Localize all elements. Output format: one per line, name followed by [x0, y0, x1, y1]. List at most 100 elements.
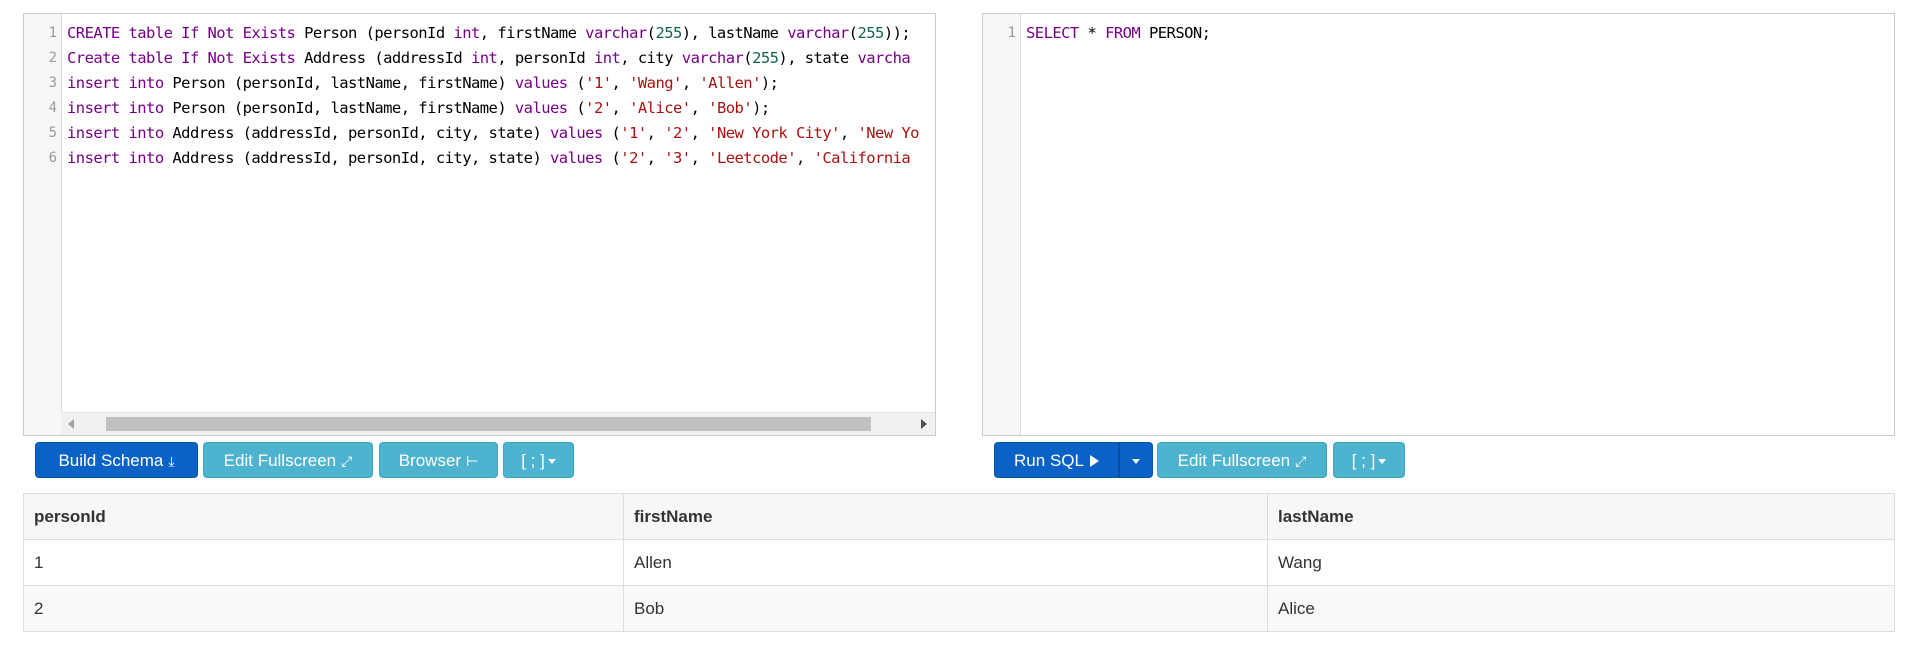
sql-keyword: varcha	[857, 49, 911, 67]
run-sql-label: Run SQL	[1014, 451, 1084, 470]
scroll-left-arrow-icon[interactable]	[68, 419, 74, 429]
line-number: 5	[48, 125, 57, 141]
sql-string: 'California	[813, 149, 911, 167]
sql-token: (	[743, 49, 753, 67]
sql-token: );	[760, 74, 779, 92]
table-cell: Alice	[1267, 585, 1895, 632]
sql-string: 'Bob'	[708, 99, 753, 117]
edit-fullscreen-button[interactable]: Edit Fullscreen ⤢	[203, 442, 373, 478]
line-number: 1	[1007, 25, 1016, 41]
code-line[interactable]: 5 insert into Address (addressId, personI…	[24, 121, 935, 146]
line-number: 2	[48, 50, 57, 66]
sql-keyword: insert into	[67, 149, 164, 167]
sql-number: 255	[655, 24, 682, 42]
code-line[interactable]: 4 insert into Person (personId, lastName,…	[24, 96, 935, 121]
table-cell: Allen	[623, 539, 1268, 586]
sql-token: ,	[690, 124, 709, 142]
build-schema-button[interactable]: Build Schema ⤓	[35, 442, 198, 478]
table-row: 2 Bob Alice	[23, 585, 1895, 632]
line-number: 4	[48, 100, 57, 116]
run-sql-dropdown-toggle[interactable]	[1119, 442, 1153, 478]
scroll-right-arrow-icon[interactable]	[921, 419, 927, 429]
tree-icon: ⊢	[466, 453, 479, 469]
sql-token: , personId	[497, 49, 594, 67]
line-number: 1	[48, 25, 57, 41]
table-cell: Wang	[1267, 539, 1895, 586]
query-code-lines[interactable]: 1 SELECT * FROM PERSON;	[983, 21, 1894, 413]
caret-down-icon	[1132, 459, 1140, 465]
table-row: 1 Allen Wang	[23, 539, 1895, 586]
sql-token: ,	[611, 74, 630, 92]
sql-token: ,	[646, 149, 665, 167]
sql-token: (	[567, 99, 586, 117]
sql-token: PERSON;	[1140, 24, 1211, 42]
sql-token: Address (addressId, personId, city, stat…	[163, 149, 551, 167]
edit-fullscreen-label: Edit Fullscreen	[223, 451, 337, 470]
sql-string: '3'	[664, 149, 691, 167]
sql-keyword: int	[453, 24, 480, 42]
query-editor[interactable]: 1 SELECT * FROM PERSON;	[982, 13, 1895, 436]
sql-token: *	[1078, 24, 1106, 42]
sql-string: 'New York City'	[708, 124, 840, 142]
sql-number: 255	[857, 24, 884, 42]
horizontal-scrollbar[interactable]	[61, 412, 935, 435]
results-table: personId firstName lastName 1 Allen Wang…	[23, 493, 1895, 632]
code-text: insert into Address (addressId, personId…	[67, 146, 911, 171]
code-line[interactable]: 6 insert into Address (addressId, personI…	[24, 146, 935, 171]
sql-keyword: values	[550, 124, 603, 142]
results-header-row: personId firstName lastName	[23, 493, 1895, 540]
line-number: 3	[48, 75, 57, 91]
sql-token: ,	[681, 74, 700, 92]
delimiter-label: [ ; ]	[1351, 451, 1376, 470]
table-cell: 1	[23, 539, 624, 586]
sql-token: ,	[839, 124, 858, 142]
column-header: firstName	[623, 493, 1268, 540]
sql-token: );	[752, 99, 770, 117]
scrollbar-thumb[interactable]	[106, 417, 871, 431]
code-line[interactable]: 2 Create table If Not Exists Address (add…	[24, 46, 935, 71]
schema-editor[interactable]: 1 CREATE table If Not Exists Person (pers…	[23, 13, 936, 436]
run-sql-button[interactable]: Run SQL	[994, 442, 1119, 478]
sql-token: ,	[690, 99, 709, 117]
query-delimiter-dropdown[interactable]: [ ; ]	[1333, 442, 1405, 478]
sql-string: '1'	[620, 124, 647, 142]
column-header: personId	[23, 493, 624, 540]
sql-keyword: values	[514, 74, 568, 92]
browser-label: Browser	[398, 451, 462, 470]
download-icon: ⤓	[168, 453, 175, 469]
sql-keyword: varchar	[585, 24, 647, 42]
sql-token: , firstName	[479, 24, 586, 42]
schema-delimiter-dropdown[interactable]: [ ; ]	[503, 442, 574, 478]
edit-fullscreen-label: Edit Fullscreen	[1177, 451, 1291, 470]
sql-token: ), lastName	[681, 24, 788, 42]
sql-keyword: int	[593, 49, 621, 67]
sql-token: (	[602, 149, 621, 167]
build-schema-label: Build Schema	[58, 451, 164, 470]
sql-token: Address (addressId, personId, city, stat…	[163, 124, 551, 142]
browser-button[interactable]: Browser ⊢	[379, 442, 498, 478]
query-edit-fullscreen-button[interactable]: Edit Fullscreen ⤢	[1157, 442, 1327, 478]
sql-number: 255	[752, 49, 779, 67]
sql-token: ,	[796, 149, 814, 167]
sql-string: '1'	[585, 74, 612, 92]
sql-token: (	[567, 74, 586, 92]
sql-keyword: values	[514, 99, 568, 117]
table-cell: Bob	[623, 585, 1268, 632]
sql-keyword: Create table If Not Exists	[67, 49, 296, 67]
resize-full-icon: ⤢	[1295, 453, 1307, 469]
sql-keyword: FROM	[1105, 24, 1141, 42]
sql-string: 'Wang'	[629, 74, 682, 92]
code-text: insert into Address (addressId, personId…	[67, 121, 920, 146]
sql-token: Person (personId, lastName, firstName)	[163, 74, 515, 92]
sql-string: 'New Yo	[857, 124, 919, 142]
code-line[interactable]: 1 CREATE table If Not Exists Person (pers…	[24, 21, 935, 46]
sql-token: ), state	[778, 49, 858, 67]
code-line[interactable]: 3 insert into Person (personId, lastName,…	[24, 71, 935, 96]
sql-token: Person (personId	[295, 24, 454, 42]
schema-code-lines[interactable]: 1 CREATE table If Not Exists Person (pers…	[24, 21, 935, 413]
code-text: CREATE table If Not Exists Person (perso…	[67, 21, 911, 46]
code-line[interactable]: 1 SELECT * FROM PERSON;	[983, 21, 1894, 46]
resize-full-icon: ⤢	[341, 453, 353, 469]
sql-string: 'Allen'	[699, 74, 761, 92]
column-header: lastName	[1267, 493, 1895, 540]
